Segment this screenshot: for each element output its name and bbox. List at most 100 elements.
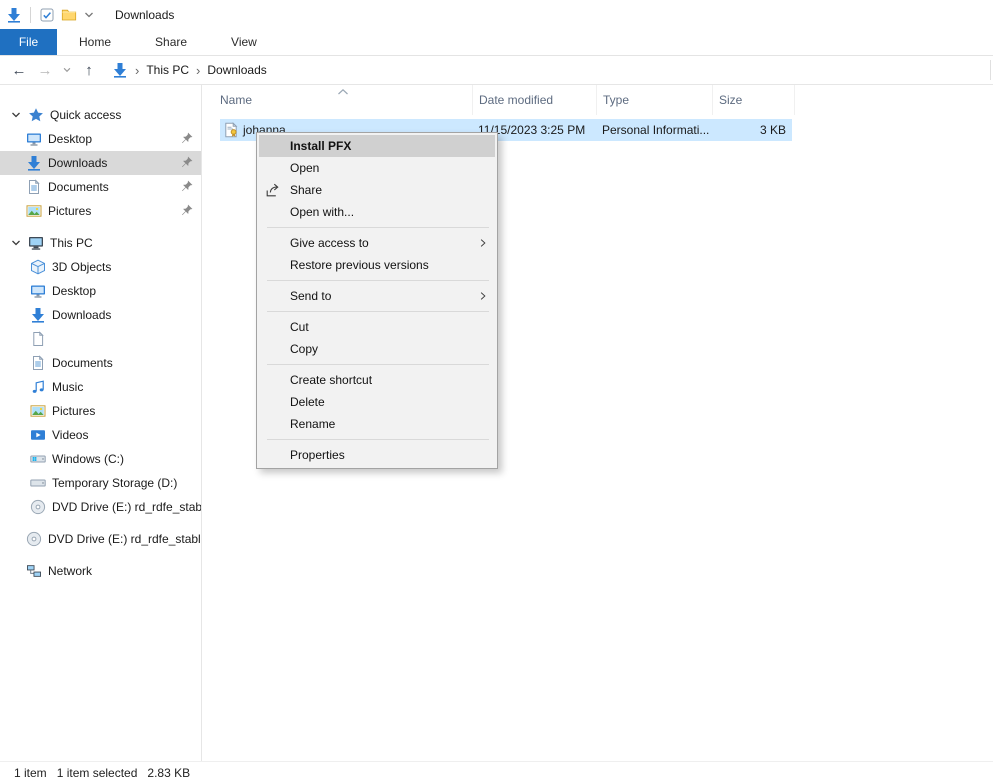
chevron-right-icon[interactable]: › [196,63,200,78]
back-icon[interactable]: ← [6,63,32,78]
column-header-date-modified[interactable]: Date modified [473,85,597,115]
dvd-drive-icon [30,499,46,515]
column-header-type[interactable]: Type [597,85,713,115]
menu-item-label: Give access to [290,236,369,250]
pin-icon [180,131,194,145]
share-icon [265,182,281,198]
sidebar-label: Temporary Storage (D:) [52,476,177,490]
sidebar-label: Pictures [52,404,95,418]
context-menu: Install PFX Open Share Open with... Give… [256,132,498,469]
tab-share[interactable]: Share [133,29,209,55]
sidebar-item-pictures[interactable]: Pictures [0,199,201,223]
sidebar-label: Videos [52,428,88,442]
sidebar-label: DVD Drive (E:) rd_rdfe_stable.T [48,532,201,546]
sidebar-item-pictures[interactable]: Pictures [0,399,201,423]
menu-separator [267,439,489,440]
sidebar-item-3d-objects[interactable]: 3D Objects [0,255,201,279]
sidebar-section-this-pc[interactable]: This PC [0,231,201,255]
pictures-icon [26,203,42,219]
menu-item-label: Rename [290,417,335,431]
folder-icon[interactable] [61,7,77,23]
network-icon [26,563,42,579]
menu-item-open[interactable]: Open [257,157,497,179]
menu-item-install-pfx[interactable]: Install PFX [259,135,495,157]
menu-separator [267,280,489,281]
menu-item-open-with[interactable]: Open with... [257,201,497,223]
downloads-icon [26,155,42,171]
document-icon [30,331,46,347]
menu-item-send-to[interactable]: Send to [257,285,497,307]
sidebar-label: Downloads [48,156,107,170]
column-header-size[interactable]: Size [713,85,795,115]
windows-drive-icon [30,451,46,467]
menu-item-cut[interactable]: Cut [257,316,497,338]
sidebar-item-dvd-drive-e[interactable]: DVD Drive (E:) rd_rdfe_stable [0,495,201,519]
tab-file[interactable]: File [0,29,57,55]
menu-item-label: Install PFX [290,139,351,153]
address-search-divider [990,60,991,80]
menu-item-label: Copy [290,342,318,356]
sidebar-item-temporary-storage-d[interactable]: Temporary Storage (D:) [0,471,201,495]
selection-size: 2.83 KB [147,766,190,780]
chevron-down-icon[interactable] [83,9,95,21]
history-chevron-down-icon[interactable] [58,65,76,75]
sidebar-item-dvd-drive-root[interactable]: DVD Drive (E:) rd_rdfe_stable.T [0,527,201,551]
certificate-file-icon [223,122,239,138]
sidebar-item-unnamed[interactable] [0,327,201,351]
navigation-bar: ← → ↑ › This PC › Downloads [0,56,993,85]
this-pc-icon [28,235,44,251]
chevron-right-icon[interactable]: › [135,63,139,78]
documents-icon [30,355,46,371]
sidebar-label: Documents [52,356,113,370]
forward-icon[interactable]: → [32,63,58,78]
menu-item-rename[interactable]: Rename [257,413,497,435]
tab-home[interactable]: Home [57,29,133,55]
menu-item-share[interactable]: Share [257,179,497,201]
menu-separator [267,227,489,228]
3d-objects-icon [30,259,46,275]
menu-item-label: Share [290,183,322,197]
sidebar-item-music[interactable]: Music [0,375,201,399]
menu-item-create-shortcut[interactable]: Create shortcut [257,369,497,391]
checkbox-icon[interactable] [39,7,55,23]
sidebar-item-documents[interactable]: Documents [0,175,201,199]
menu-item-delete[interactable]: Delete [257,391,497,413]
sidebar-item-downloads[interactable]: Downloads [0,151,201,175]
desktop-icon [26,131,42,147]
sidebar-item-videos[interactable]: Videos [0,423,201,447]
sidebar-label: Windows (C:) [52,452,124,466]
menu-item-label: Open [290,161,319,175]
sidebar-label: Desktop [52,284,96,298]
chevron-down-icon[interactable] [10,237,22,249]
menu-separator [267,364,489,365]
menu-item-copy[interactable]: Copy [257,338,497,360]
breadcrumb-this-pc[interactable]: This PC [146,63,189,77]
sidebar-item-downloads[interactable]: Downloads [0,303,201,327]
sidebar-item-desktop[interactable]: Desktop [0,127,201,151]
breadcrumb: › This PC › Downloads [112,62,267,78]
tab-view[interactable]: View [209,29,279,55]
navigation-pane: Quick access Desktop Downloads Documents [0,85,202,761]
chevron-right-icon [477,290,489,302]
sidebar-label: Downloads [52,308,111,322]
menu-item-properties[interactable]: Properties [257,444,497,466]
sort-ascending-icon[interactable] [337,85,349,93]
sidebar-label: This PC [50,236,93,250]
menu-item-label: Properties [290,448,345,462]
pin-icon [180,203,194,217]
sidebar-item-windows-c[interactable]: Windows (C:) [0,447,201,471]
chevron-down-icon[interactable] [10,109,22,121]
downloads-icon [30,307,46,323]
window-title: Downloads [115,8,174,22]
divider [30,7,31,23]
sidebar-item-network[interactable]: Network [0,559,201,583]
sidebar-section-quick-access[interactable]: Quick access [0,103,201,127]
menu-item-restore-previous-versions[interactable]: Restore previous versions [257,254,497,276]
pin-icon [180,155,194,169]
dvd-drive-icon [26,531,42,547]
menu-item-give-access-to[interactable]: Give access to [257,232,497,254]
sidebar-item-desktop[interactable]: Desktop [0,279,201,303]
up-icon[interactable]: ↑ [76,63,102,78]
sidebar-item-documents[interactable]: Documents [0,351,201,375]
breadcrumb-downloads[interactable]: Downloads [207,63,266,77]
